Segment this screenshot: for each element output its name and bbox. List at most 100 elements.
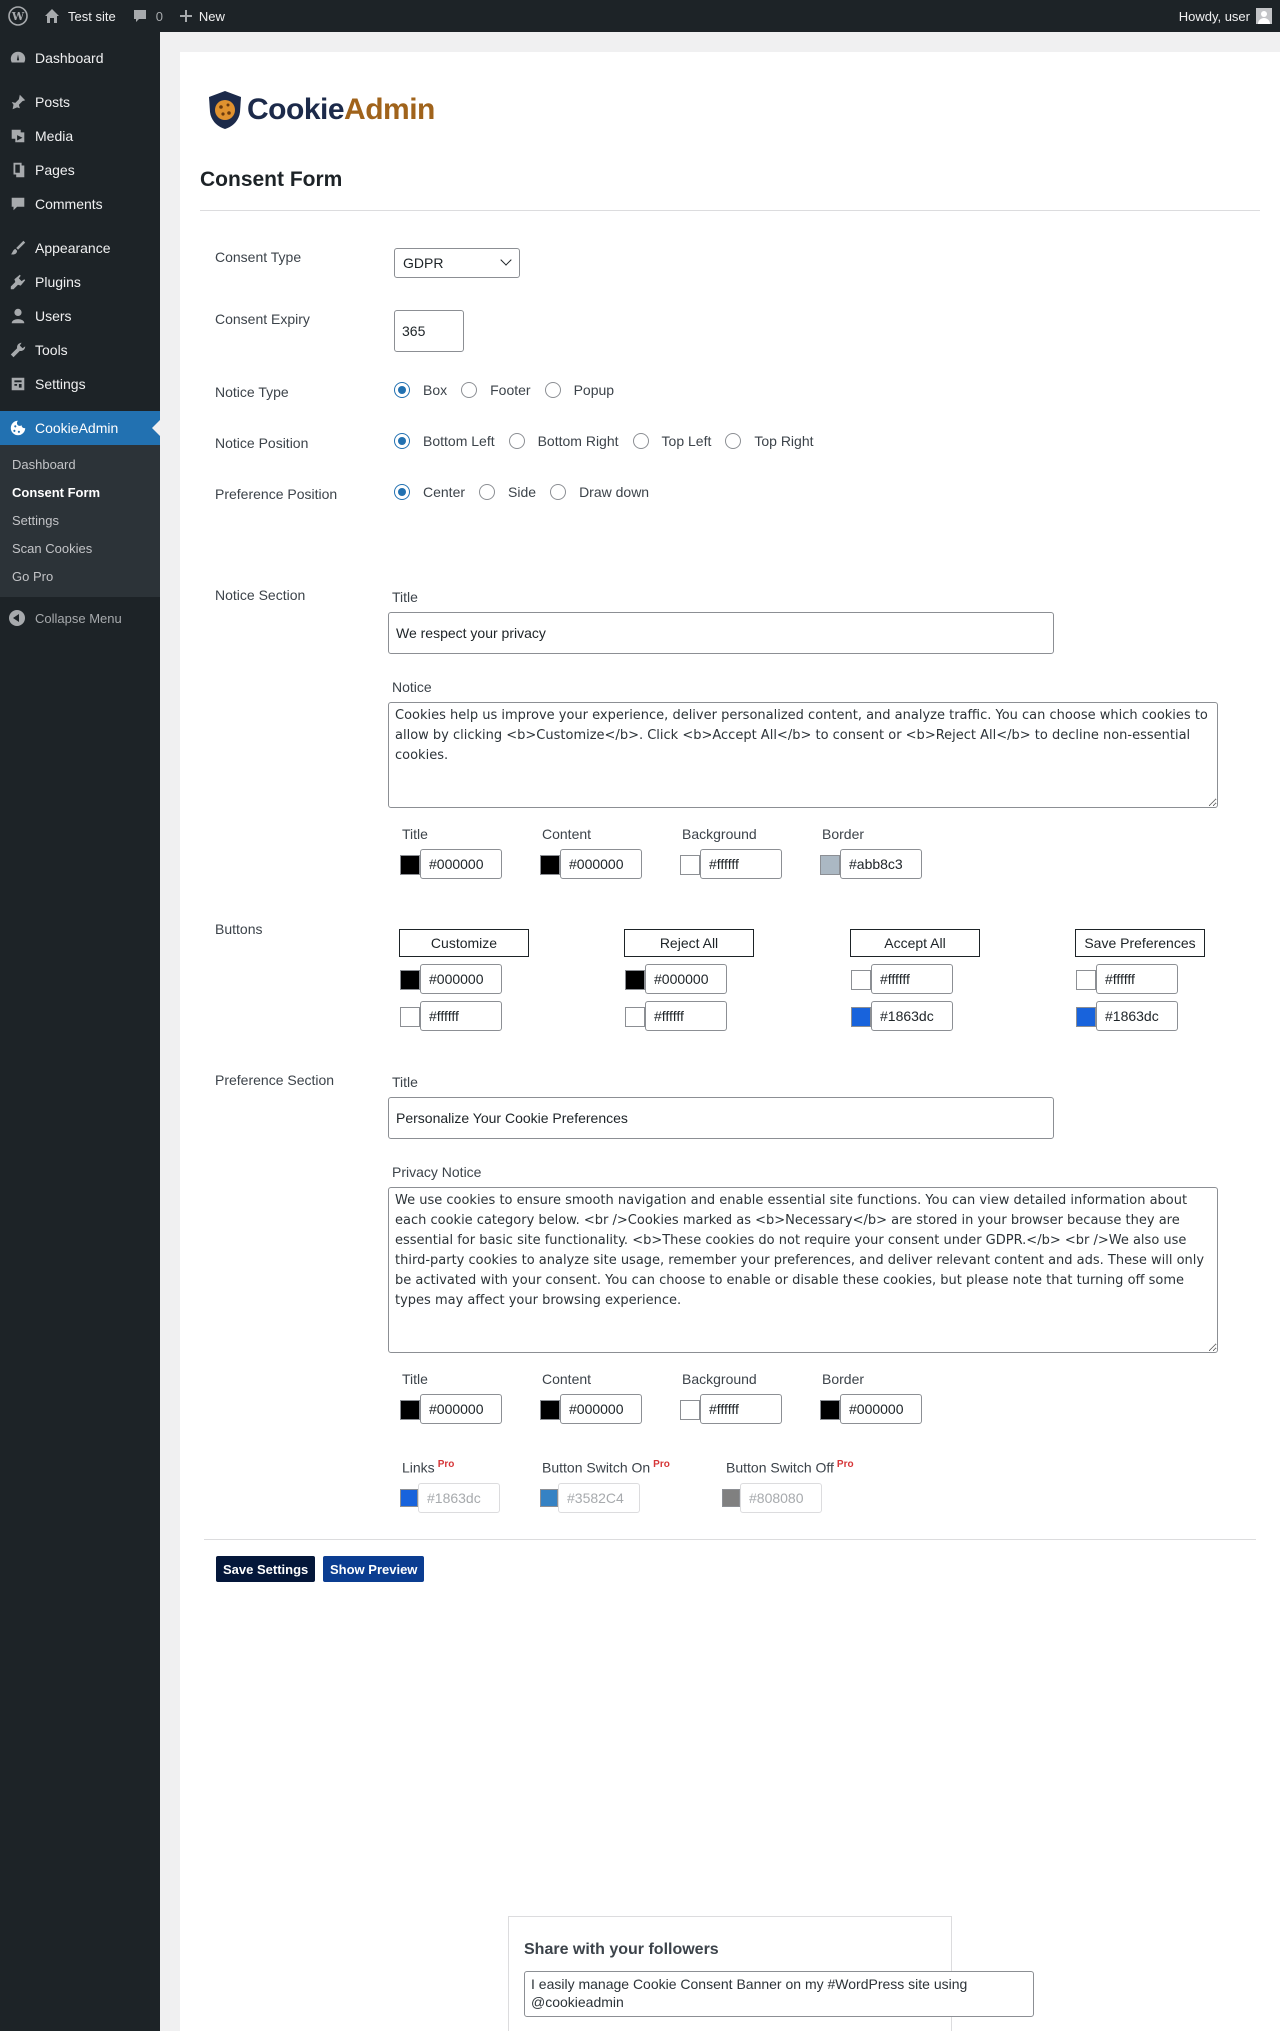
sidebar-item-posts[interactable]: Posts	[0, 85, 160, 119]
submenu-item-settings[interactable]: Settings	[0, 507, 160, 535]
my-account-link[interactable]: Howdy, user	[1171, 0, 1280, 32]
pref-content-color-swatch[interactable]	[540, 1400, 560, 1420]
pref-background-color-input[interactable]	[700, 1394, 782, 1424]
notice-position-radio-top-left[interactable]	[632, 433, 649, 449]
save-preferences-color1-swatch[interactable]	[1076, 970, 1096, 990]
site-name-link[interactable]: Test site	[36, 0, 124, 32]
preference-title-label: Title	[392, 1074, 418, 1090]
dashboard-icon	[10, 51, 26, 63]
notice-content-color-swatch[interactable]	[540, 855, 560, 875]
privacy-notice-textarea[interactable]: We use cookies to ensure smooth navigati…	[388, 1187, 1218, 1353]
media-icon	[11, 129, 25, 143]
pref-title-color-swatch[interactable]	[400, 1400, 420, 1420]
notice-type-label: Notice Type	[215, 384, 289, 400]
accept-all-color1-input[interactable]	[871, 964, 953, 994]
submenu-item-dashboard[interactable]: Dashboard	[0, 451, 160, 479]
sidebar-item-settings[interactable]: Settings	[0, 367, 160, 401]
consent-type-select[interactable]: GDPR	[394, 248, 520, 278]
customize-color1-input[interactable]	[420, 964, 502, 994]
avatar	[1256, 8, 1272, 24]
reject-all-color1-swatch[interactable]	[625, 970, 645, 990]
sidebar-item-dashboard[interactable]: Dashboard	[0, 41, 160, 75]
notice-text-label: Notice	[392, 679, 432, 695]
sidebar-item-plugins[interactable]: Plugins	[0, 265, 160, 299]
comment-icon	[11, 197, 25, 211]
save-preferences-color2-swatch[interactable]	[1076, 1007, 1096, 1027]
customize-color2-swatch[interactable]	[400, 1007, 420, 1027]
pref-content-color-input[interactable]	[560, 1394, 642, 1424]
comments-link[interactable]: 0	[124, 0, 171, 32]
save-preferences-color1-input[interactable]	[1096, 964, 1178, 994]
sidebar-item-media[interactable]: Media	[0, 119, 160, 153]
notice-title-input[interactable]	[388, 612, 1054, 654]
notice-type-radio-box[interactable]	[394, 382, 410, 398]
notice-textarea[interactable]: Cookies help us improve your experience,…	[388, 702, 1218, 808]
notice-position-radio-bottom-left[interactable]	[394, 433, 410, 449]
submenu-item-scan-cookies[interactable]: Scan Cookies	[0, 535, 160, 563]
notice-title-label: Title	[392, 589, 418, 605]
brush-icon	[10, 240, 26, 255]
notice-title-color-input[interactable]	[420, 849, 502, 879]
notice-type-radio-footer[interactable]	[461, 382, 478, 398]
customize-color1-swatch[interactable]	[400, 970, 420, 990]
preference-position-radio-center[interactable]	[394, 484, 410, 500]
save-preferences-button-preview[interactable]: Save Preferences	[1075, 929, 1205, 957]
notice-background-color-swatch[interactable]	[680, 855, 700, 875]
notice-content-color-input[interactable]	[560, 849, 642, 879]
share-box: Share with your followers I easily manag…	[508, 1916, 1034, 2031]
switch-on-color-swatch	[540, 1489, 558, 1507]
accept-all-color2-swatch[interactable]	[851, 1007, 871, 1027]
preference-position-radio-side[interactable]	[479, 484, 496, 500]
notice-position-radio-bottom-right[interactable]	[508, 433, 525, 449]
reject-all-color2-swatch[interactable]	[625, 1007, 645, 1027]
cookieadmin-submenu: Dashboard Consent Form Settings Scan Coo…	[0, 445, 160, 597]
sidebar-item-cookieadmin[interactable]: CookieAdmin	[0, 411, 160, 445]
notice-title-color-swatch[interactable]	[400, 855, 420, 875]
sidebar-item-users[interactable]: Users	[0, 299, 160, 333]
user-icon	[11, 308, 25, 324]
comments-count: 0	[155, 8, 163, 24]
sidebar-item-comments[interactable]: Comments	[0, 187, 160, 221]
accept-all-button-preview[interactable]: Accept All	[850, 929, 980, 957]
notice-background-color-input[interactable]	[700, 849, 782, 879]
save-preferences-color2-input[interactable]	[1096, 1001, 1178, 1031]
new-content-link[interactable]: New	[171, 0, 233, 32]
pref-title-color-input[interactable]	[420, 1394, 502, 1424]
collapse-menu-button[interactable]: Collapse Menu	[0, 601, 160, 635]
logo-wordmark: CookieAdmin	[247, 93, 435, 126]
sidebar-item-pages[interactable]: Pages	[0, 153, 160, 187]
sidebar-item-appearance[interactable]: Appearance	[0, 231, 160, 265]
reject-all-button-preview[interactable]: Reject All	[624, 929, 754, 957]
notice-type-radio-popup[interactable]	[544, 382, 561, 398]
consent-expiry-input[interactable]	[394, 310, 464, 352]
main-panel: CookieAdmin Consent Form Consent Type GD…	[180, 52, 1280, 2031]
share-textarea[interactable]: I easily manage Cookie Consent Banner on…	[524, 1971, 1034, 2017]
preference-title-input[interactable]	[388, 1097, 1054, 1139]
switch-off-color-swatch	[722, 1489, 740, 1507]
pro-badge: Pro	[437, 1459, 455, 1470]
submenu-item-consent-form[interactable]: Consent Form	[0, 479, 160, 507]
notice-position-radio-top-right[interactable]	[725, 433, 742, 449]
submenu-item-go-pro[interactable]: Go Pro	[0, 563, 160, 591]
pro-badge: Pro	[836, 1459, 854, 1470]
pref-border-color-input[interactable]	[840, 1394, 922, 1424]
home-icon	[45, 9, 59, 23]
save-settings-button[interactable]: Save Settings	[216, 1556, 316, 1582]
accept-all-color1-swatch[interactable]	[851, 970, 871, 990]
show-preview-button[interactable]: Show Preview	[323, 1556, 425, 1582]
accept-all-color2-input[interactable]	[871, 1001, 953, 1031]
switch-on-color-input	[558, 1483, 640, 1513]
notice-border-color-input[interactable]	[840, 849, 922, 879]
customize-color2-input[interactable]	[420, 1001, 502, 1031]
share-title: Share with your followers	[524, 1941, 719, 1958]
pref-background-color-swatch[interactable]	[680, 1400, 700, 1420]
notice-border-color-swatch[interactable]	[820, 855, 840, 875]
wordpress-logo-icon[interactable]: W	[0, 0, 36, 32]
reject-all-color1-input[interactable]	[645, 964, 727, 994]
preference-position-radio-draw-down[interactable]	[550, 484, 567, 500]
reject-all-color2-input[interactable]	[645, 1001, 727, 1031]
customize-button-preview[interactable]: Customize	[399, 929, 529, 957]
sidebar-item-tools[interactable]: Tools	[0, 333, 160, 367]
pref-border-color-swatch[interactable]	[820, 1400, 840, 1420]
collapse-arrow-icon	[9, 610, 25, 626]
